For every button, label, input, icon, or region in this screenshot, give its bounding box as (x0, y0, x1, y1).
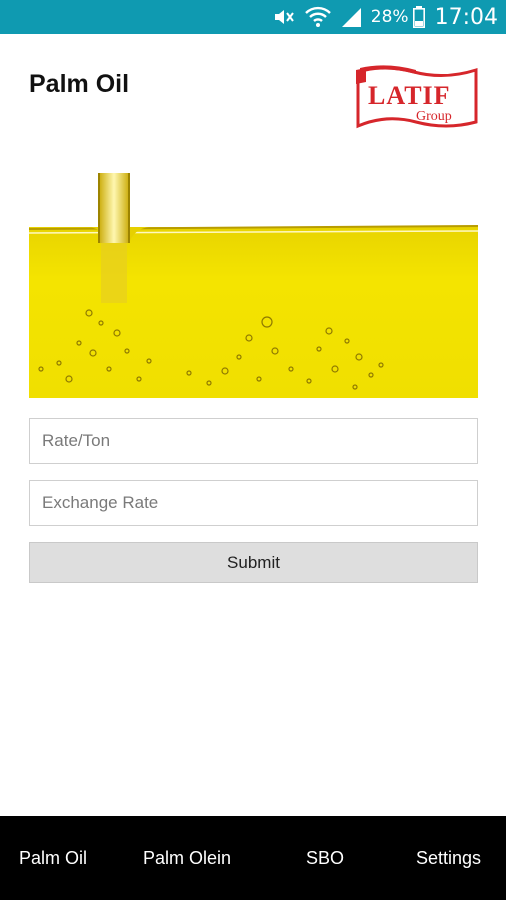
svg-text:Group: Group (416, 109, 452, 124)
signal-icon (341, 6, 363, 28)
svg-text:LATIF: LATIF (368, 81, 451, 110)
battery-percent: 28% (370, 7, 409, 27)
page-title: Palm Oil (29, 70, 130, 98)
palm-oil-hero-image (29, 173, 478, 398)
submit-button[interactable]: Submit (29, 542, 478, 583)
tab-palm-olein[interactable]: Palm Olein (143, 848, 231, 869)
rate-per-ton-field[interactable] (29, 418, 478, 464)
tab-palm-oil[interactable]: Palm Oil (19, 848, 87, 869)
rate-per-ton-input[interactable] (30, 419, 477, 463)
tab-sbo[interactable]: SBO (306, 848, 344, 869)
battery-icon (412, 6, 425, 28)
tab-settings[interactable]: Settings (416, 848, 481, 869)
latif-group-logo: LATIF Group (354, 64, 480, 134)
mute-icon (273, 7, 295, 27)
wifi-icon (304, 6, 331, 28)
status-bar: 28% 17:04 (0, 0, 506, 34)
app-content: Palm Oil LATIF Group Rate/Ton Exchange R… (0, 34, 506, 816)
exchange-rate-field[interactable] (29, 480, 478, 526)
exchange-rate-input[interactable] (30, 481, 477, 525)
clock: 17:04 (434, 4, 498, 30)
bottom-nav: Palm Oil Palm Olein SBO Settings (0, 816, 506, 900)
